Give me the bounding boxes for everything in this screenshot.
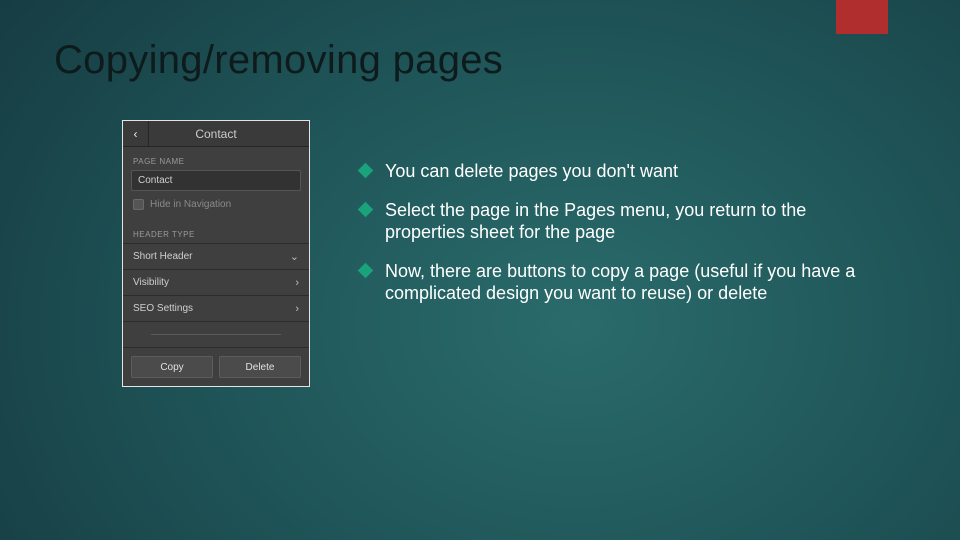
page-name-input[interactable]: Contact: [131, 170, 301, 191]
seo-settings-row[interactable]: SEO Settings ›: [123, 296, 309, 322]
list-item: Now, there are buttons to copy a page (u…: [360, 260, 880, 305]
page-name-label: PAGE NAME: [123, 147, 309, 170]
chevron-right-icon: ›: [295, 303, 299, 315]
bullet-text: Now, there are buttons to copy a page (u…: [385, 260, 880, 305]
page-editor-panel: ‹ Contact PAGE NAME Contact Hide in Navi…: [122, 120, 310, 387]
action-button-row: Copy Delete: [123, 348, 309, 386]
copy-button-label: Copy: [160, 362, 183, 373]
hide-in-nav-row[interactable]: Hide in Navigation: [123, 197, 309, 220]
delete-button-label: Delete: [246, 362, 275, 373]
list-item: You can delete pages you don't want: [360, 160, 880, 183]
diamond-bullet-icon: [358, 262, 374, 278]
slide-title: Copying/removing pages: [54, 38, 503, 83]
bullet-text: Select the page in the Pages menu, you r…: [385, 199, 880, 244]
header-type-label: HEADER TYPE: [123, 220, 309, 243]
visibility-row[interactable]: Visibility ›: [123, 270, 309, 296]
hide-in-nav-label: Hide in Navigation: [150, 199, 231, 210]
back-button[interactable]: ‹: [123, 121, 149, 147]
divider-row: [123, 322, 309, 348]
list-item: Select the page in the Pages menu, you r…: [360, 199, 880, 244]
panel-header: ‹ Contact: [123, 121, 309, 147]
delete-button[interactable]: Delete: [219, 356, 301, 378]
panel-header-title: Contact: [149, 127, 309, 141]
page-name-value: Contact: [138, 175, 172, 186]
visibility-label: Visibility: [133, 277, 169, 288]
diamond-bullet-icon: [358, 163, 374, 179]
hide-in-nav-checkbox[interactable]: [133, 199, 144, 210]
short-header-label: Short Header: [133, 251, 192, 262]
accent-bar: [836, 0, 888, 34]
copy-button[interactable]: Copy: [131, 356, 213, 378]
divider-line: [151, 334, 281, 335]
header-type-list: Short Header ⌄ Visibility › SEO Settings…: [123, 243, 309, 348]
diamond-bullet-icon: [358, 201, 374, 217]
chevron-down-icon: ⌄: [290, 250, 299, 263]
seo-label: SEO Settings: [133, 303, 193, 314]
bullet-text: You can delete pages you don't want: [385, 160, 678, 183]
bullet-list: You can delete pages you don't want Sele…: [360, 160, 880, 321]
short-header-select[interactable]: Short Header ⌄: [123, 244, 309, 270]
chevron-right-icon: ›: [295, 277, 299, 289]
chevron-left-icon: ‹: [134, 127, 138, 141]
